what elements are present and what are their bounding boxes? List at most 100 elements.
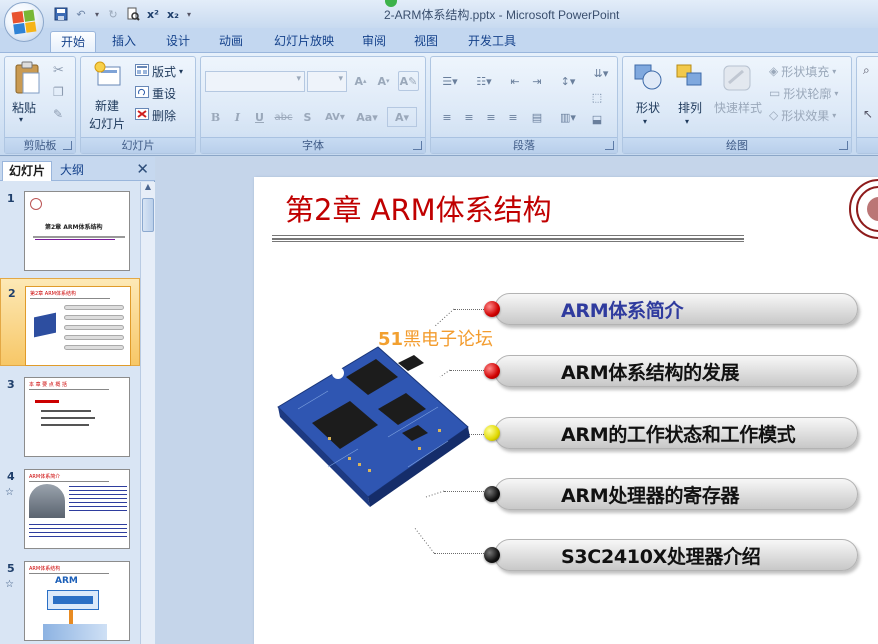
shapes-dropdown-icon[interactable]: ▾ <box>643 117 647 126</box>
thumbnail-item[interactable]: 1 第2章 ARM体系结构 <box>0 184 140 272</box>
shape-effects-icon: ◇ <box>769 108 779 122</box>
shape-fill-button[interactable]: ◈ 形状填充 ▾ <box>769 61 836 81</box>
delete-icon <box>135 107 149 123</box>
copy-icon[interactable]: ❐ <box>53 85 64 99</box>
delete-button[interactable]: 删除 <box>135 105 176 125</box>
menu-item-arm-development[interactable]: ARM体系结构的发展 <box>494 355 858 387</box>
paste-dropdown-icon[interactable]: ▾ <box>19 115 23 124</box>
font-name-combo[interactable] <box>205 71 305 92</box>
office-button[interactable] <box>4 2 44 42</box>
thumbnail-item[interactable]: 4 ☆ ARM体系简介 <box>0 462 140 550</box>
tab-home[interactable]: 开始 <box>50 31 96 52</box>
align-text-icon[interactable]: ⬚ <box>587 87 607 107</box>
bold-icon[interactable]: B <box>205 107 226 127</box>
slide-title[interactable]: 第2章 ARM体系结构 <box>285 187 552 229</box>
tab-developer[interactable]: 开发工具 <box>460 31 524 52</box>
layout-button[interactable]: 版式 ▾ <box>135 61 183 81</box>
justify-icon[interactable]: ≡ <box>503 107 523 127</box>
thumbnail-item[interactable]: 3 本 章 要 点 概 括 <box>0 370 140 458</box>
tab-slideshow[interactable]: 幻灯片放映 <box>266 31 342 52</box>
strikethrough-icon[interactable]: abc <box>273 107 294 127</box>
font-launcher-icon[interactable] <box>413 141 422 150</box>
arrange-button[interactable]: 排列 <box>673 99 707 116</box>
thumbnail-slide-2[interactable]: 第2章 ARM体系结构 <box>25 286 131 366</box>
underline-icon[interactable]: U <box>249 107 270 127</box>
tab-outline-pane[interactable]: 大纲 <box>54 161 90 181</box>
shape-outline-button[interactable]: ▭ 形状轮廓 ▾ <box>769 83 838 103</box>
format-painter-icon[interactable]: ✎ <box>53 107 63 121</box>
shadow-icon[interactable]: S <box>297 107 318 127</box>
shape-effects-button[interactable]: ◇ 形状效果 ▾ <box>769 105 836 125</box>
paste-icon[interactable] <box>13 61 41 100</box>
bullets-icon[interactable]: ☰▾ <box>435 71 465 91</box>
thumbnail-slide-1[interactable]: 第2章 ARM体系结构 <box>24 191 130 271</box>
quick-styles-icon[interactable] <box>721 63 753 96</box>
qat-customize-icon[interactable]: ▾ <box>184 5 194 23</box>
tab-insert[interactable]: 插入 <box>104 31 144 52</box>
change-case-icon[interactable]: Aa▾ <box>353 107 381 127</box>
scroll-thumb[interactable] <box>142 198 154 232</box>
quick-styles-button[interactable]: 快速样式 <box>713 99 763 116</box>
paragraph-launcher-icon[interactable] <box>605 141 614 150</box>
arrange-dropdown-icon[interactable]: ▾ <box>685 117 689 126</box>
shrink-font-icon[interactable]: A ▾ <box>373 71 394 91</box>
columns-icon[interactable]: ▥▾ <box>553 107 583 127</box>
font-size-combo[interactable] <box>307 71 347 92</box>
tab-design[interactable]: 设计 <box>158 31 198 52</box>
cut-icon[interactable]: ✂ <box>53 63 64 78</box>
italic-icon[interactable]: I <box>227 107 248 127</box>
undo-icon[interactable]: ↶ <box>72 5 90 23</box>
align-right-icon[interactable]: ≡ <box>481 107 501 127</box>
font-color-icon[interactable]: A▾ <box>387 107 417 127</box>
text-direction-icon[interactable]: ⇊▾ <box>587 63 615 83</box>
align-left-icon[interactable]: ≡ <box>437 107 457 127</box>
convert-smartart-icon[interactable]: ⬓ <box>587 109 607 129</box>
distributed-icon[interactable]: ▤ <box>527 107 547 127</box>
tab-slides-pane[interactable]: 幻灯片 <box>2 161 53 181</box>
clear-formatting-icon[interactable]: A✎ <box>398 71 419 91</box>
new-slide-icon[interactable] <box>93 61 123 94</box>
menu-item-label: ARM体系简介 <box>561 299 684 322</box>
drawing-launcher-icon[interactable] <box>839 141 848 150</box>
close-icon[interactable]: ✕ <box>136 160 149 178</box>
arrange-icon[interactable] <box>675 63 705 96</box>
align-center-icon[interactable]: ≡ <box>459 107 479 127</box>
thumbnail-slide-4[interactable]: ARM体系简介 <box>24 469 130 549</box>
new-slide-label-1[interactable]: 新建 <box>89 97 125 114</box>
superscript-icon[interactable]: x² <box>144 5 162 23</box>
save-icon[interactable] <box>52 5 70 23</box>
thumbnail-text-lines <box>29 524 127 525</box>
char-spacing-icon[interactable]: AV▾ <box>321 107 349 127</box>
tab-view[interactable]: 视图 <box>406 31 446 52</box>
shapes-icon[interactable] <box>633 63 663 96</box>
new-slide-label-2[interactable]: 幻灯片 <box>83 115 131 132</box>
select-cursor-icon[interactable]: ↖ <box>863 107 873 121</box>
decrease-indent-icon[interactable]: ⇤ <box>505 71 525 91</box>
reset-button[interactable]: 重设 <box>135 83 176 103</box>
redo-icon[interactable]: ↻ <box>104 5 122 23</box>
paste-button[interactable]: 粘贴 <box>9 99 39 116</box>
grow-font-icon[interactable]: A ▴ <box>350 71 371 91</box>
thumbnail-item-selected[interactable]: 2 第2章 ARM体系结构 <box>0 278 140 366</box>
numbering-icon[interactable]: ☷▾ <box>469 71 499 91</box>
shapes-button[interactable]: 形状 <box>631 99 665 116</box>
tab-review[interactable]: 审阅 <box>354 31 394 52</box>
print-preview-icon[interactable] <box>124 5 142 23</box>
scroll-up-icon[interactable]: ▲ <box>141 182 155 196</box>
undo-dropdown-icon[interactable]: ▾ <box>92 5 102 23</box>
menu-item-arm-registers[interactable]: ARM处理器的寄存器 <box>494 478 858 510</box>
thumbnail-item[interactable]: 5 ☆ ARM体系结构 ARM <box>0 554 140 642</box>
thumbnail-scrollbar[interactable]: ▲ <box>140 182 155 644</box>
thumbnail-slide-3[interactable]: 本 章 要 点 概 括 <box>24 377 130 457</box>
tab-animations[interactable]: 动画 <box>211 31 251 52</box>
increase-indent-icon[interactable]: ⇥ <box>527 71 547 91</box>
menu-item-s3c2410x[interactable]: S3C2410X处理器介绍 <box>494 539 858 571</box>
find-icon[interactable]: ⌕ <box>863 63 870 78</box>
menu-item-arm-intro[interactable]: ARM体系简介 <box>494 293 858 325</box>
thumbnail-slide-5[interactable]: ARM体系结构 ARM <box>24 561 130 641</box>
menu-item-arm-modes[interactable]: ARM的工作状态和工作模式 <box>494 417 858 449</box>
subscript-icon[interactable]: x₂ <box>164 5 182 23</box>
clipboard-launcher-icon[interactable] <box>63 141 72 150</box>
line-spacing-icon[interactable]: ↕▾ <box>553 71 583 91</box>
slide-canvas[interactable]: 第2章 ARM体系结构 51黑电子论坛 ARM体系简介 ARM体系结构的发展 A… <box>254 177 878 644</box>
